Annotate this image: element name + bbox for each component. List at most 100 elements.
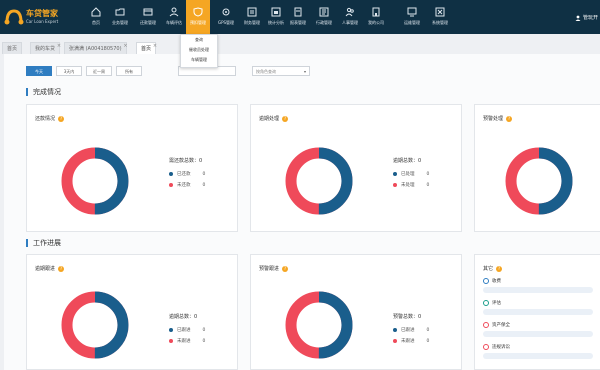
role-select-placeholder: 按角色查询 xyxy=(256,69,276,74)
stat-card: 逾期跟进? 逾期总数：0 已跟进 0 未跟进 0 xyxy=(26,254,238,370)
user-avatar-icon xyxy=(575,15,581,21)
nav-item[interactable]: 统计分析 xyxy=(264,4,288,32)
progress-bar xyxy=(483,309,593,315)
user-menu[interactable]: 管玩开 xyxy=(575,14,598,21)
legend-value: 0 xyxy=(426,328,430,333)
nav-item[interactable]: 财务管理 xyxy=(240,4,264,32)
help-icon[interactable]: ? xyxy=(282,115,289,122)
staff-icon xyxy=(345,7,354,17)
status-circle-icon xyxy=(483,322,489,328)
nav-item[interactable]: GPS管理 xyxy=(214,4,238,32)
user-name: 管玩开 xyxy=(582,15,598,21)
nav-item-label: 系统管理 xyxy=(432,20,448,25)
legend-row: 已跟进 0 xyxy=(169,325,205,336)
help-icon[interactable]: ? xyxy=(58,265,65,272)
tab-bar: 首页 我的车贷 × 张满满 (A004180570) × 首页 × xyxy=(0,40,600,54)
company-icon xyxy=(372,7,380,17)
nav-item[interactable]: 人事管理 xyxy=(338,4,362,32)
other-item[interactable]: 资产保全 xyxy=(483,321,593,343)
other-item[interactable]: 收费 xyxy=(483,277,593,299)
legend-label: 已还款 xyxy=(177,172,191,177)
legend-label: 未处理 xyxy=(401,183,415,188)
donut-chart xyxy=(61,291,129,359)
app-logo[interactable]: 车贷管家 Car Loan Expert xyxy=(4,6,70,28)
tab[interactable]: 首页 xyxy=(2,42,23,54)
help-icon[interactable]: ? xyxy=(58,115,65,122)
other-item[interactable]: 评估 xyxy=(483,299,593,321)
nav-item[interactable]: 预扣管理 xyxy=(186,0,210,34)
section-title-completion: 完成情况 xyxy=(26,88,61,96)
stat-card: 还款情况? 需还款总数：0 已还款 0 未还款 0 xyxy=(26,104,238,232)
close-icon[interactable]: × xyxy=(57,40,61,52)
filter-button[interactable]: 近一周 xyxy=(86,66,112,76)
filter-button[interactable]: 所有 xyxy=(116,66,142,76)
home-icon xyxy=(91,7,101,17)
card-title: 预警跟进? xyxy=(259,265,289,272)
chevron-down-icon: ▾ xyxy=(303,69,306,74)
legend-label: 已跟进 xyxy=(177,328,191,333)
monitor-icon xyxy=(407,7,417,17)
legend-value: 0 xyxy=(426,183,430,188)
tab-label: 首页 xyxy=(7,46,18,52)
report-icon xyxy=(294,7,302,17)
nav-item[interactable]: 业务管理 xyxy=(108,4,132,32)
legend-row: 已跟进 0 xyxy=(393,325,429,336)
status-circle-icon xyxy=(483,278,489,284)
close-icon[interactable]: × xyxy=(153,40,157,52)
nav-item[interactable]: 运维管理 xyxy=(400,4,424,32)
dropdown-item[interactable]: 催收员处理 xyxy=(181,45,217,55)
chart-legend: 逾期总数：0 已处理 0 未处理 0 xyxy=(393,157,429,191)
other-item[interactable]: 违规诉讼 xyxy=(483,343,593,365)
legend-row: 未还款 0 xyxy=(169,180,205,191)
donut-chart xyxy=(505,147,573,215)
nav-item[interactable]: 车辆评估 xyxy=(162,4,186,32)
section-title-progress: 工作进展 xyxy=(26,239,61,247)
help-icon[interactable]: ? xyxy=(282,265,289,272)
nav-item[interactable]: 行政管理 xyxy=(312,4,336,32)
card-other: 其它? 收费 评估 资产保全 违规诉讼 xyxy=(474,254,600,370)
nav-item[interactable]: 报表管理 xyxy=(286,4,310,32)
other-item-label: 收费 xyxy=(492,279,501,284)
repay-icon xyxy=(143,8,153,16)
legend-row: 已还款 0 xyxy=(169,169,205,180)
tab[interactable]: 张满满 (A004180570) × xyxy=(64,40,128,54)
progress-bar xyxy=(483,287,593,293)
legend-label: 已处理 xyxy=(401,172,415,177)
settings-icon xyxy=(435,7,445,17)
tab[interactable]: 首页 × xyxy=(136,40,157,54)
legend-row: 未处理 0 xyxy=(393,180,429,191)
nav-item[interactable]: 我的公司 xyxy=(364,4,388,32)
other-item-label: 违规诉讼 xyxy=(492,345,510,350)
nav-item[interactable]: 首页 xyxy=(84,4,108,32)
nav-item[interactable]: 还款管理 xyxy=(136,4,160,32)
dropdown-item[interactable]: 车辆管理 xyxy=(181,55,217,65)
status-circle-icon xyxy=(483,344,489,350)
legend-label: 未跟进 xyxy=(401,339,415,344)
close-icon[interactable]: × xyxy=(123,40,127,52)
donut-chart xyxy=(285,291,353,359)
legend-value: 0 xyxy=(202,339,206,344)
legend-dot xyxy=(169,327,173,332)
help-icon[interactable]: ? xyxy=(506,115,513,122)
role-select[interactable]: 按角色查询 ▾ xyxy=(252,66,310,76)
legend-dot xyxy=(169,171,173,176)
chart-legend: 需还款总数：0 已还款 0 未还款 0 xyxy=(169,157,205,191)
filter-button[interactable]: 3天内 xyxy=(56,66,82,76)
card-title: 预警处理? xyxy=(483,115,513,122)
user-icon xyxy=(169,7,179,17)
app-subtitle: Car Loan Expert xyxy=(26,19,59,24)
donut-chart xyxy=(285,147,353,215)
legend-total: 需还款总数：0 xyxy=(169,158,203,164)
card-title: 逾期处理? xyxy=(259,115,289,122)
card-title: 还款情况? xyxy=(35,115,65,122)
help-icon[interactable]: ? xyxy=(496,265,503,272)
donut-chart xyxy=(61,147,129,215)
tab[interactable]: 我的车贷 × xyxy=(30,40,61,54)
legend-row: 未跟进 0 xyxy=(169,336,205,347)
folder-icon xyxy=(115,8,125,16)
nav-item[interactable]: 系统管理 xyxy=(428,4,452,32)
dropdown-item[interactable]: 查询 xyxy=(181,35,217,45)
chart-icon xyxy=(271,7,281,17)
filter-button[interactable]: 今天 xyxy=(26,66,52,76)
finance-icon xyxy=(247,7,257,17)
